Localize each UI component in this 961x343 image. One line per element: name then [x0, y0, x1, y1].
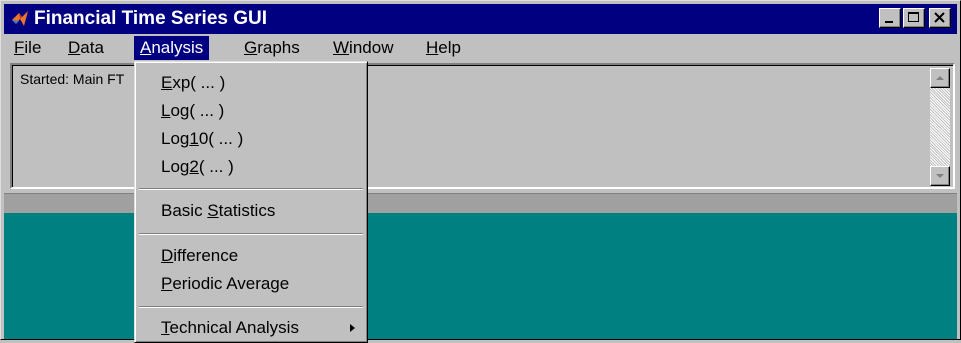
menu-separator [139, 306, 363, 308]
minimize-button[interactable] [879, 8, 901, 28]
menu-item-difference[interactable]: Difference [139, 243, 363, 269]
submenu-arrow-icon [350, 324, 355, 332]
menu-item-log10-pre: Log [161, 129, 190, 148]
menu-separator [139, 233, 363, 235]
menu-item-log2-rest: ( ... ) [198, 157, 234, 176]
menu-bar: File Data Analysis Graphs Window Help [4, 35, 957, 61]
menu-file[interactable]: File [8, 36, 47, 60]
menu-data-mnemonic: D [68, 38, 81, 57]
menu-data[interactable]: Data [62, 36, 110, 60]
menu-separator [139, 188, 363, 190]
menu-item-exp-rest: xp( ... ) [172, 73, 226, 92]
menu-item-exp-mnemonic: E [161, 73, 173, 92]
vertical-scrollbar[interactable] [930, 68, 950, 186]
menu-item-basic-statistics[interactable]: Basic Statistics [139, 198, 363, 224]
minimize-icon [885, 21, 893, 23]
menu-item-difference-mnemonic: D [161, 246, 174, 265]
menu-file-mnemonic: F [14, 38, 25, 57]
scroll-down-button[interactable] [930, 166, 950, 186]
menu-item-technical-analysis-mnemonic: T [161, 318, 170, 337]
close-button[interactable] [929, 8, 951, 28]
title-bar[interactable]: Financial Time Series GUI [4, 4, 957, 34]
menu-help-mnemonic: H [426, 38, 439, 57]
scroll-up-button[interactable] [930, 68, 950, 88]
menu-graphs-rest: raphs [257, 38, 300, 57]
menu-item-log10[interactable]: Log10( ... ) [139, 126, 363, 152]
menu-analysis-rest: nalysis [151, 38, 204, 57]
menu-item-log-rest: og( ... ) [170, 101, 225, 120]
menu-item-basic-statistics-rest: tatistics [218, 201, 276, 220]
menu-item-technical-analysis-rest: echnical Analysis [169, 318, 299, 337]
maximize-button[interactable] [903, 8, 925, 28]
window-title: Financial Time Series GUI [34, 8, 268, 29]
menu-item-log10-mnemonic: 1 [189, 129, 199, 148]
menu-item-log[interactable]: Log( ... ) [139, 98, 363, 124]
menu-data-rest: ata [80, 38, 104, 57]
analysis-dropdown-menu: Exp( ... ) Log( ... ) Log10( ... ) Log2(… [134, 61, 368, 343]
arrow-down-icon [936, 174, 944, 178]
menu-analysis-mnemonic: A [140, 38, 152, 57]
menu-item-log2-mnemonic: 2 [189, 157, 199, 176]
menu-graphs-mnemonic: G [244, 38, 258, 57]
menu-window[interactable]: Window [327, 36, 399, 60]
close-icon [934, 12, 945, 23]
menu-window-rest: indow [349, 38, 394, 57]
menu-help[interactable]: Help [420, 36, 467, 60]
menu-graphs[interactable]: Graphs [238, 36, 306, 60]
arrow-up-icon [936, 76, 944, 80]
menu-window-mnemonic: W [333, 38, 350, 57]
menu-item-basic-statistics-pre: Basic [161, 201, 208, 220]
menu-item-periodic-average[interactable]: Periodic Average [139, 271, 363, 297]
menu-item-difference-rest: ifference [173, 246, 239, 265]
matlab-icon [12, 11, 28, 26]
menu-analysis[interactable]: Analysis [134, 36, 210, 60]
menu-help-rest: elp [438, 38, 461, 57]
menu-item-exp[interactable]: Exp( ... ) [139, 70, 363, 96]
menu-item-log2[interactable]: Log2( ... ) [139, 154, 363, 180]
app-window: Financial Time Series GUI File Data Anal… [0, 0, 961, 343]
menu-item-log2-pre: Log [161, 157, 190, 176]
maximize-icon [908, 12, 919, 22]
menu-item-periodic-average-mnemonic: P [161, 274, 173, 293]
menu-item-basic-statistics-mnemonic: S [207, 201, 219, 220]
menu-item-technical-analysis[interactable]: Technical Analysis [139, 315, 363, 341]
menu-item-log10-rest: 0( ... ) [198, 129, 244, 148]
menu-file-rest: ile [24, 38, 42, 57]
menu-item-periodic-average-rest: eriodic Average [172, 274, 290, 293]
log-text: Started: Main FT [20, 71, 125, 87]
